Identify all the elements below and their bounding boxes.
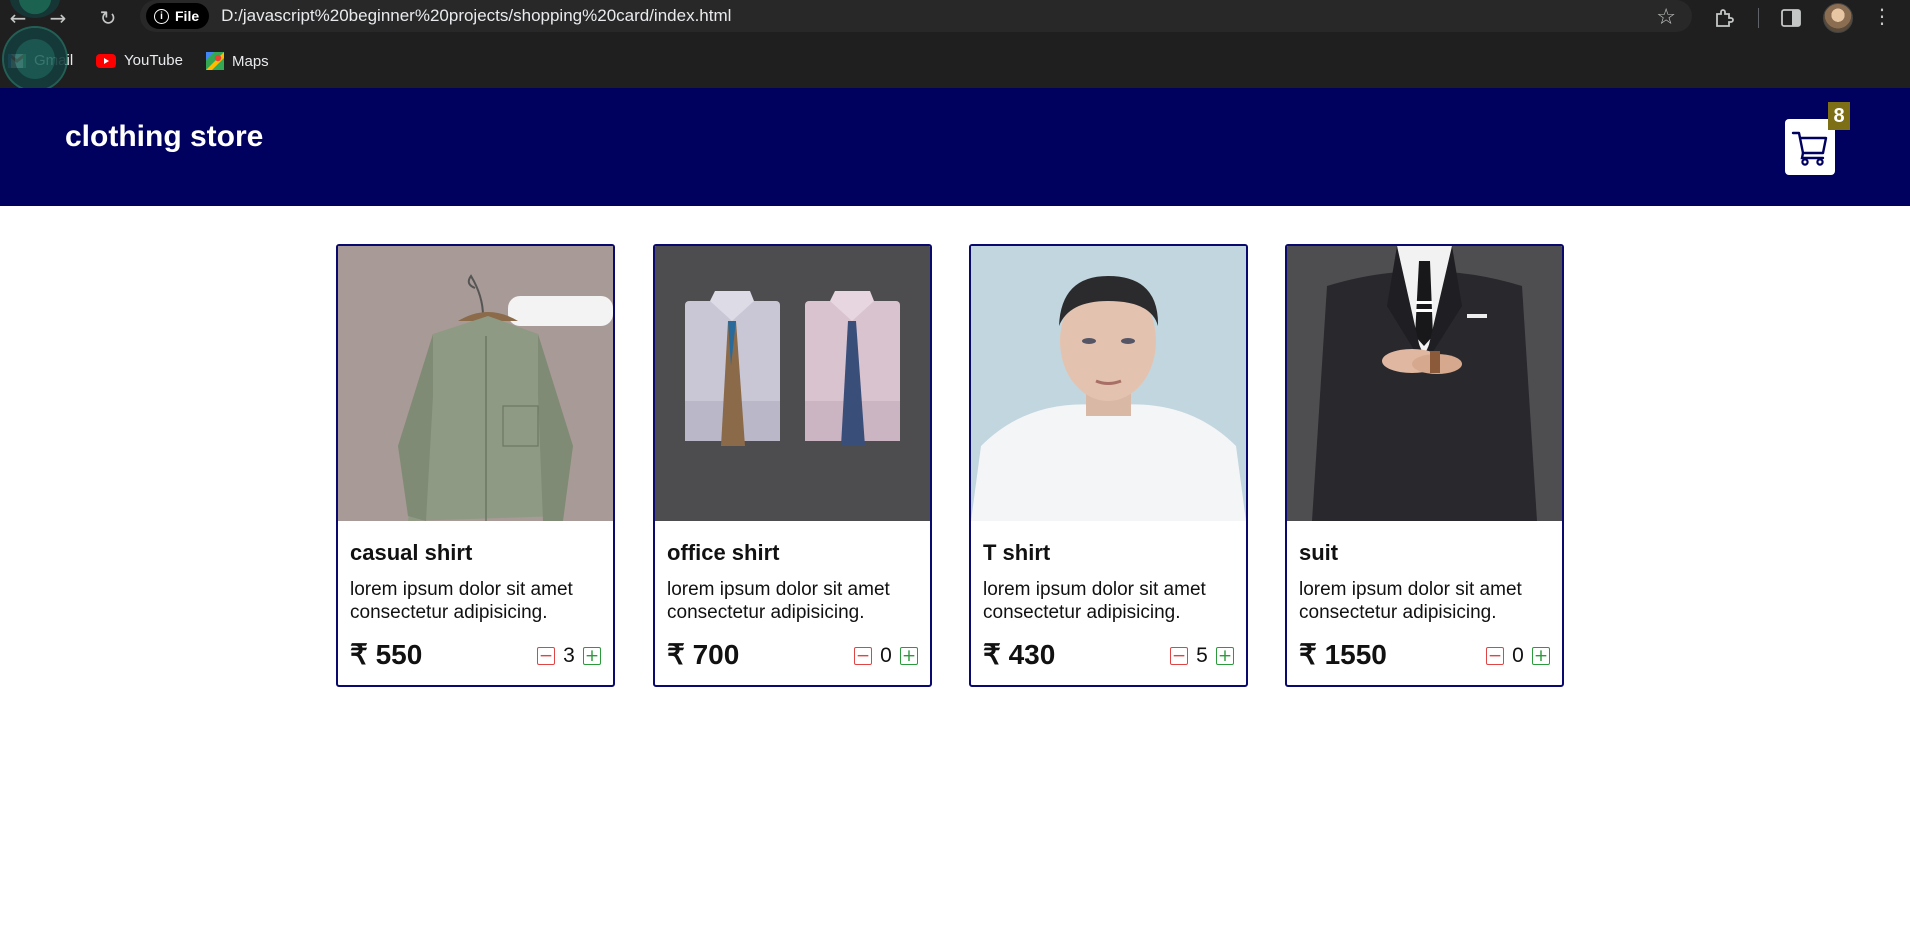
quantity-stepper: − 5 +: [1170, 644, 1234, 668]
product-price: ₹ 700: [667, 639, 740, 670]
quantity-stepper: − 3 +: [537, 644, 601, 668]
quantity-value: 0: [1512, 644, 1524, 667]
increase-quantity-button[interactable]: +: [1532, 647, 1550, 665]
bookmarks-bar: Gmail YouTube Maps: [0, 36, 1910, 88]
extensions-puzzle-icon[interactable]: [1712, 6, 1736, 30]
site-header: clothing store 8: [0, 88, 1910, 206]
browser-menu-icon[interactable]: ⋮: [1872, 4, 1892, 28]
office-shirt-image: [655, 246, 930, 521]
t-shirt-image: [971, 246, 1246, 521]
product-description: lorem ipsum dolor sit amet consectetur a…: [1299, 579, 1522, 623]
product-card-t-shirt: T shirt lorem ipsum dolor sit amet conse…: [969, 244, 1248, 687]
product-card-casual-shirt: casual shirt lorem ipsum dolor sit amet …: [336, 244, 615, 687]
decrease-quantity-button[interactable]: −: [854, 647, 872, 665]
decrease-quantity-button[interactable]: −: [1170, 647, 1188, 665]
increase-quantity-button[interactable]: +: [900, 647, 918, 665]
site-info-chip[interactable]: i File: [146, 3, 210, 29]
file-chip-label: File: [175, 8, 200, 24]
bookmark-youtube[interactable]: YouTube: [96, 52, 183, 69]
info-icon: i: [154, 8, 169, 24]
product-card-suit: suit lorem ipsum dolor sit amet consecte…: [1285, 244, 1564, 687]
quantity-value: 0: [880, 644, 892, 667]
side-panel-icon[interactable]: [1780, 7, 1802, 29]
quantity-stepper: − 0 +: [854, 644, 918, 668]
product-name: T shirt: [983, 540, 1051, 565]
product-price: ₹ 550: [350, 639, 423, 670]
reload-icon[interactable]: ↻: [94, 4, 122, 32]
decrease-quantity-button[interactable]: −: [1486, 647, 1504, 665]
youtube-icon: [96, 53, 116, 68]
site-title: clothing store: [65, 120, 264, 153]
decrease-quantity-button[interactable]: −: [537, 647, 555, 665]
url-text[interactable]: D:/javascript%20beginner%20projects/shop…: [221, 6, 731, 26]
quantity-value: 5: [1196, 644, 1208, 667]
bookmark-label: YouTube: [124, 52, 183, 69]
quantity-value: 3: [563, 644, 575, 667]
product-name: casual shirt: [350, 540, 473, 565]
python-logo-icon: [4, 28, 66, 90]
product-name: suit: [1299, 540, 1339, 565]
maps-icon: [206, 52, 224, 70]
product-card-office-shirt: office shirt lorem ipsum dolor sit amet …: [653, 244, 932, 687]
profile-avatar[interactable]: [1823, 3, 1853, 33]
product-price: ₹ 1550: [1299, 639, 1387, 670]
product-description: lorem ipsum dolor sit amet consectetur a…: [983, 579, 1206, 623]
product-description: lorem ipsum dolor sit amet consectetur a…: [667, 579, 890, 623]
bookmark-maps[interactable]: Maps: [206, 52, 269, 70]
increase-quantity-button[interactable]: +: [1216, 647, 1234, 665]
casual-shirt-image: [338, 246, 613, 521]
suit-image: [1287, 246, 1562, 521]
product-price: ₹ 430: [983, 639, 1056, 670]
bookmark-star-icon[interactable]: ☆: [1656, 5, 1676, 30]
increase-quantity-button[interactable]: +: [583, 647, 601, 665]
bookmark-label: Maps: [232, 52, 269, 70]
toolbar-divider: [1758, 8, 1759, 28]
cart-count-badge: 8: [1828, 102, 1850, 130]
product-name: office shirt: [667, 540, 780, 565]
shopping-cart-icon: [1791, 131, 1828, 166]
product-description: lorem ipsum dolor sit amet consectetur a…: [350, 579, 573, 623]
address-bar[interactable]: i File D:/javascript%20beginner%20projec…: [140, 0, 1692, 32]
browser-toolbar: ← → ↻ i File D:/javascript%20beginner%20…: [0, 0, 1910, 36]
quantity-stepper: − 0 +: [1486, 644, 1550, 668]
